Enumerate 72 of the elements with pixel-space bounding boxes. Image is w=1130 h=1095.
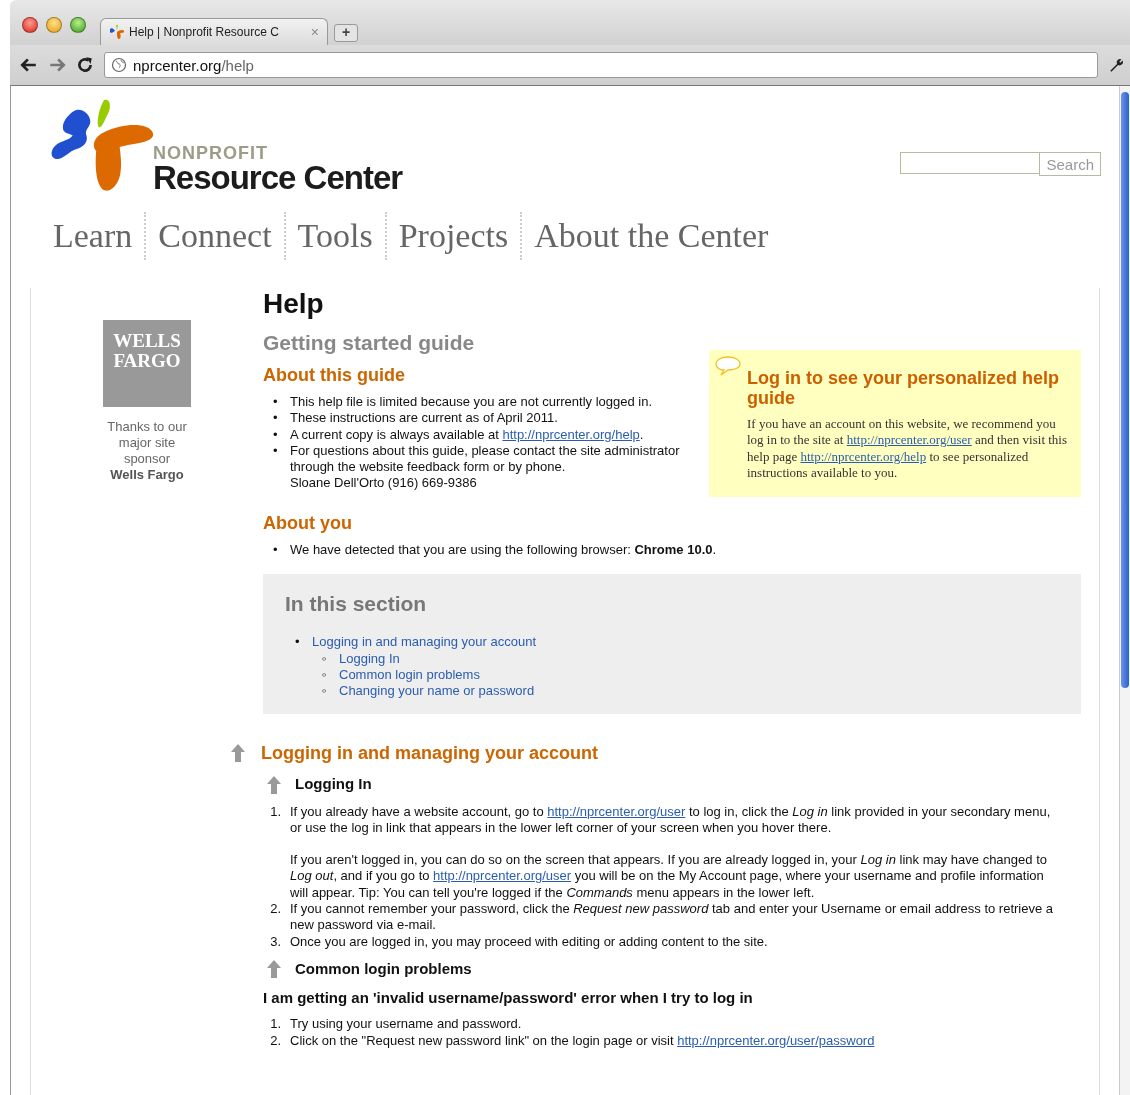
search-field[interactable]: [900, 152, 1040, 174]
section-heading: Logging in and managing your account: [261, 741, 598, 764]
link[interactable]: http://nprcenter.org/help: [502, 426, 640, 442]
step-number: 3.: [269, 933, 281, 950]
zoom-window-button[interactable]: [70, 16, 86, 33]
minimize-window-button[interactable]: [46, 16, 62, 33]
list-item: A current copy is always available at http://nprcenter.org/help.: [290, 426, 645, 443]
step-text: Once you are logged in, you may proceed with editing or adding content to the site.: [290, 933, 769, 950]
toc-link[interactable]: Logging In: [339, 650, 400, 667]
section-heading: About you: [263, 511, 353, 534]
page-title: Help: [263, 288, 325, 320]
list-bullet: •: [273, 426, 279, 443]
nav-link[interactable]: Projects: [386, 217, 521, 255]
step-number: 1.: [269, 803, 281, 820]
list-item: We have detected that you are using the following browser: Chrome 10.0.: [290, 541, 718, 559]
toc-link[interactable]: Logging in and managing your account: [312, 634, 537, 651]
link[interactable]: http://nprcenter.org/user: [433, 868, 572, 884]
toc-link[interactable]: Changing your name or password: [339, 683, 535, 700]
step-text: Try using your username and password.: [290, 1016, 523, 1033]
link[interactable]: http://nprcenter.org/help: [800, 448, 927, 464]
step-text: If you aren't logged in, you can do so on the screen that appears. If you are already logged in, your Log in link may have changed to Log out, and if you go to http://nprcenter.org/user you will be on the My Account page, where your username and profile information will appear. Tip: You can tell you're logged if the Commands menu appears in the lower left.: [290, 852, 1048, 902]
subsection-heading: Logging In: [295, 776, 372, 793]
list-item: For questions about this guide, please contact the site administrator through the website feedback form or by phone. Sloane Dell'Orto (916) 669-9386: [290, 442, 681, 492]
wrench-icon[interactable]: [1108, 56, 1126, 74]
step-number: 1.: [269, 1016, 281, 1033]
notice-text: If you have an account on this website, we recommend you log in to the site at http://nprcenter.org/user and then visit this help page http://nprcenter.org/help to see personalized instructions available to you.: [747, 416, 1069, 482]
step-number: 2.: [269, 1032, 281, 1049]
close-window-button[interactable]: [22, 16, 38, 33]
address-bar[interactable]: nprcenter.org/help: [104, 52, 1098, 78]
page-subtitle: Getting started guide: [263, 330, 476, 356]
toc-link[interactable]: Common login problems: [339, 666, 480, 684]
browser-tab[interactable]: Help | Nonprofit Resource C ×: [100, 18, 328, 45]
list-bullet: ◦: [322, 650, 328, 667]
toc-heading: In this section: [285, 596, 428, 613]
speech-bubble-icon: [715, 356, 741, 376]
step-text: Click on the "Request new password link" on the login page or visit http://nprcenter.org/user/password: [290, 1032, 876, 1049]
link[interactable]: http://nprcenter.org/user: [846, 432, 972, 448]
flower-logo-icon: [109, 24, 125, 40]
section-heading: About this guide: [263, 364, 406, 386]
list-bullet: ◦: [322, 683, 328, 700]
list-bullet: ◦: [322, 666, 328, 684]
back-to-top-arrow-icon[interactable]: [267, 775, 281, 794]
new-tab-button[interactable]: +: [334, 24, 358, 42]
list-item: These instructions are current as of April 2011.: [290, 410, 559, 427]
step-number: 2.: [269, 901, 281, 918]
nav-link[interactable]: Tools: [285, 217, 385, 255]
list-bullet: •: [273, 541, 279, 559]
question-heading: I am getting an 'invalid username/password' error when I try to log in: [263, 989, 754, 1007]
nav-link[interactable]: Learn: [41, 217, 145, 255]
step-text: If you cannot remember your password, click the Request new password tab and enter your Username or email address to retrieve a new password via e-mail.: [290, 901, 1055, 934]
link[interactable]: http://nprcenter.org/user/password: [677, 1032, 875, 1048]
nav-link[interactable]: Connect: [146, 217, 284, 255]
link[interactable]: http://nprcenter.org/user: [547, 803, 686, 819]
list-item: This help file is limited because you are not currently logged in.: [290, 394, 654, 411]
forward-icon[interactable]: [48, 56, 66, 74]
back-to-top-arrow-icon[interactable]: [231, 743, 245, 762]
nav-link[interactable]: About the Center: [522, 217, 781, 255]
reload-icon[interactable]: [76, 56, 94, 74]
sponsor-caption: Thanks to our major site sponsor: [106, 419, 188, 467]
list-bullet: •: [273, 410, 279, 427]
back-icon[interactable]: [20, 56, 38, 74]
list-bullet: •: [295, 634, 301, 651]
step-text: If you already have a website account, go to http://nprcenter.org/user to log in, click the Log in link provided in your secondary menu, or use the log in link that appears in the lower left corner of your screen when you hover there.: [290, 803, 1052, 837]
back-to-top-arrow-icon[interactable]: [267, 959, 281, 978]
notice-heading: Log in to see your personalized help guide: [747, 368, 1061, 408]
sponsor-name: Wells Fargo: [110, 467, 184, 483]
subsection-heading: Common login problems: [295, 960, 472, 978]
logo-tagline: NONPROFIT: [153, 144, 269, 162]
list-bullet: •: [273, 394, 279, 411]
list-bullet: •: [273, 442, 279, 460]
sponsor-logo: WELLS FARGO: [103, 320, 191, 407]
logo-title: Resource Center: [153, 162, 403, 194]
